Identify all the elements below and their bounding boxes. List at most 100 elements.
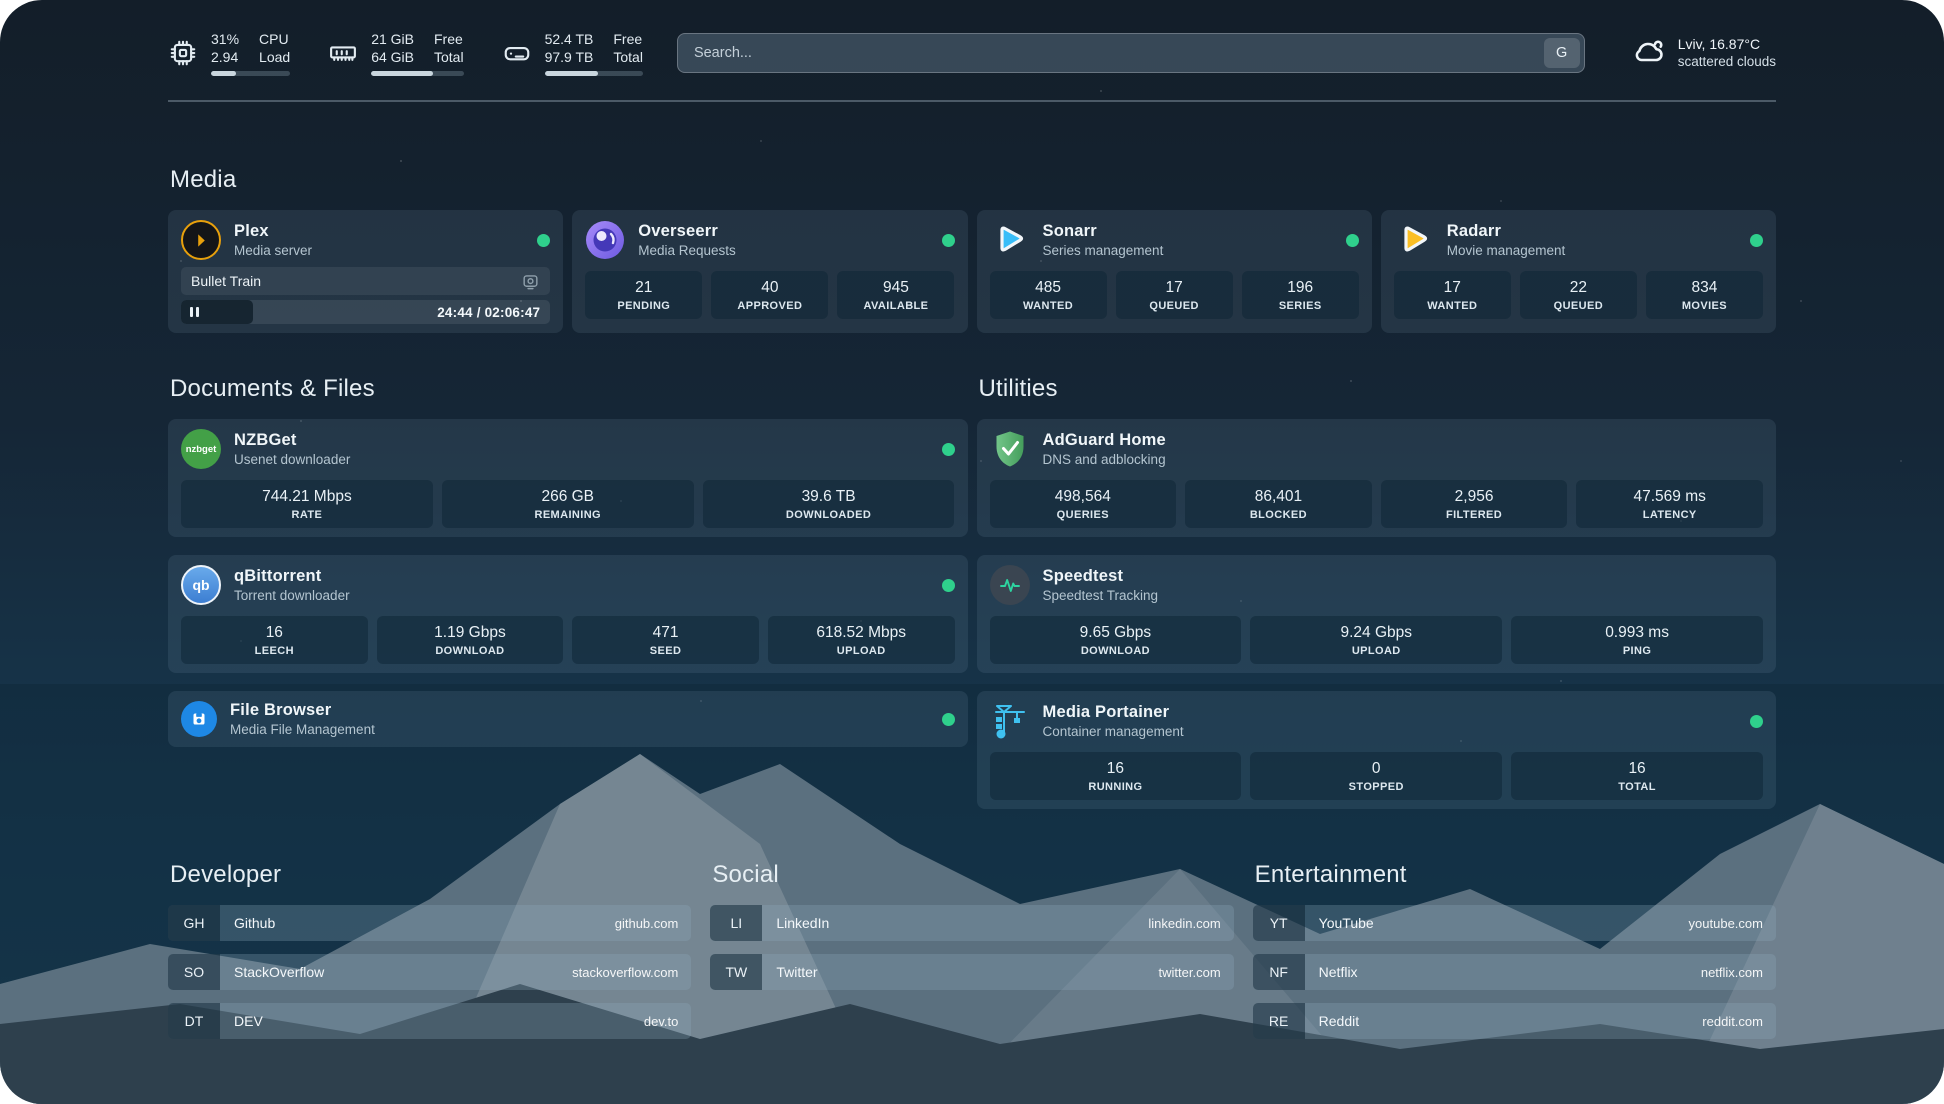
service-info: NZBGetUsenet downloader bbox=[234, 431, 350, 467]
bookmark-name: YouTube bbox=[1305, 915, 1374, 931]
stat-label: TOTAL bbox=[1618, 781, 1656, 793]
bookmark-name: Twitter bbox=[762, 964, 817, 980]
bookmark-abbr: YT bbox=[1253, 905, 1305, 941]
resource-label-column: FreeTotal bbox=[613, 30, 643, 66]
bookmark-dev[interactable]: DTDEVdev.to bbox=[168, 1003, 691, 1039]
memory-icon bbox=[328, 38, 358, 68]
stat-value: 21 bbox=[635, 279, 652, 297]
bookmark-twitter[interactable]: TWTwittertwitter.com bbox=[710, 954, 1233, 990]
stat-block-queued: 17QUEUED bbox=[1116, 271, 1233, 319]
weather-location-temp: Lviv, 16.87°C bbox=[1678, 35, 1776, 53]
service-stats-row: 16RUNNING0STOPPED16TOTAL bbox=[990, 752, 1764, 800]
resource-body: 31%2.94CPULoad bbox=[211, 30, 290, 76]
bookmark-abbr: LI bbox=[710, 905, 762, 941]
service-card-radarr[interactable]: RadarrMovie management17WANTED22QUEUED83… bbox=[1381, 210, 1776, 333]
resource-value: 31% bbox=[211, 30, 239, 48]
dashboard-main: Media PlexMedia serverBullet Train24:44 … bbox=[168, 166, 1776, 1039]
stat-value: 0 bbox=[1372, 760, 1381, 778]
media-cards-grid: PlexMedia serverBullet Train24:44 / 02:0… bbox=[168, 210, 1776, 333]
service-card-adguard-home[interactable]: AdGuard Home DNS and adblocking 498,564QUE… bbox=[977, 419, 1777, 537]
bookmark-github[interactable]: GHGithubgithub.com bbox=[168, 905, 691, 941]
bookmark-reddit[interactable]: RERedditreddit.com bbox=[1253, 1003, 1776, 1039]
service-name: NZBGet bbox=[234, 431, 350, 450]
resource-widget-cpu: 31%2.94CPULoad bbox=[168, 30, 290, 76]
search-input[interactable] bbox=[692, 44, 1544, 62]
service-card-qbittorrent[interactable]: qbqBittorrentTorrent downloader16LEECH1.… bbox=[168, 555, 968, 673]
bookmark-group-title: Entertainment bbox=[1255, 861, 1776, 889]
resource-widget-memory: 21 GiB64 GiBFreeTotal bbox=[328, 30, 463, 76]
resource-value: 52.4 TB bbox=[545, 30, 594, 48]
service-card-header: nzbgetNZBGetUsenet downloader bbox=[181, 428, 955, 470]
service-description: DNS and adblocking bbox=[1043, 452, 1166, 467]
resource-progress-fill bbox=[371, 71, 433, 76]
status-online-dot bbox=[942, 234, 955, 247]
section-title-documents-files: Documents & Files bbox=[170, 375, 968, 403]
stat-value: 744.21 Mbps bbox=[262, 488, 352, 506]
stat-block-download: 9.65 GbpsDOWNLOAD bbox=[990, 616, 1242, 664]
bookmark-url: netflix.com bbox=[1701, 965, 1776, 980]
stat-block-stopped: 0STOPPED bbox=[1250, 752, 1502, 800]
service-info: RadarrMovie management bbox=[1447, 222, 1566, 258]
resource-label: Total bbox=[434, 48, 464, 66]
status-online-dot bbox=[1750, 234, 1763, 247]
service-info: qBittorrentTorrent downloader bbox=[234, 567, 350, 603]
stat-block-rate: 744.21 MbpsRATE bbox=[181, 480, 433, 528]
search-provider-button[interactable]: G bbox=[1544, 38, 1580, 68]
resource-label: CPU bbox=[259, 30, 290, 48]
status-online-dot bbox=[1750, 715, 1763, 728]
service-card-header: AdGuard Home DNS and adblocking bbox=[990, 428, 1764, 470]
stat-value: 485 bbox=[1035, 279, 1061, 297]
bookmark-stackoverflow[interactable]: SOStackOverflowstackoverflow.com bbox=[168, 954, 691, 990]
resource-progress-fill bbox=[211, 71, 236, 76]
stat-block-running: 16RUNNING bbox=[990, 752, 1242, 800]
qbittorrent-icon: qb bbox=[181, 565, 221, 605]
service-card-plex[interactable]: PlexMedia serverBullet Train24:44 / 02:0… bbox=[168, 210, 563, 333]
service-name: AdGuard Home bbox=[1043, 431, 1166, 450]
stat-block-queued: 22QUEUED bbox=[1520, 271, 1637, 319]
bookmark-linkedin[interactable]: LILinkedInlinkedin.com bbox=[710, 905, 1233, 941]
section-documents-files: Documents & Files nzbgetNZBGetUsenet dow… bbox=[168, 375, 968, 809]
service-card-overseerr[interactable]: OverseerrMedia Requests21PENDING40APPROV… bbox=[572, 210, 967, 333]
service-card-nzbget[interactable]: nzbgetNZBGetUsenet downloader 744.21 Mbps… bbox=[168, 419, 968, 537]
service-stats-row: 21PENDING40APPROVED945AVAILABLE bbox=[585, 271, 954, 319]
service-card-header: RadarrMovie management bbox=[1394, 219, 1763, 261]
now-playing-row[interactable]: Bullet Train bbox=[181, 267, 550, 295]
stat-value: 47.569 ms bbox=[1633, 488, 1705, 506]
service-card-media-portainer[interactable]: Media PortainerContainer management 16RUN… bbox=[977, 691, 1777, 809]
stat-block-total: 16TOTAL bbox=[1511, 752, 1763, 800]
resource-progress-bar bbox=[545, 71, 643, 76]
stat-label: PENDING bbox=[617, 300, 670, 312]
stat-label: DOWNLOADED bbox=[786, 509, 871, 521]
bookmark-group-title: Developer bbox=[170, 861, 691, 889]
resource-label: Free bbox=[613, 30, 643, 48]
two-column-sections: Documents & Files nzbgetNZBGetUsenet dow… bbox=[168, 375, 1776, 809]
bookmark-name: Netflix bbox=[1305, 964, 1358, 980]
resource-label-column: FreeTotal bbox=[434, 30, 464, 66]
bookmarks-section: Developer GHGithubgithub.com SOStackOverfl… bbox=[168, 861, 1776, 1039]
resource-body: 52.4 TB97.9 TBFreeTotal bbox=[545, 30, 643, 76]
weather-widget[interactable]: Lviv, 16.87°C scattered clouds bbox=[1631, 33, 1776, 74]
stat-label: LEECH bbox=[255, 645, 294, 657]
service-name: qBittorrent bbox=[234, 567, 350, 586]
stat-block-queries: 498,564QUERIES bbox=[990, 480, 1177, 528]
service-description: Series management bbox=[1043, 243, 1164, 258]
stat-label: RUNNING bbox=[1088, 781, 1142, 793]
stat-value: 196 bbox=[1287, 279, 1313, 297]
bookmark-url: github.com bbox=[615, 916, 692, 931]
service-card-speedtest[interactable]: SpeedtestSpeedtest Tracking9.65 GbpsDOWN… bbox=[977, 555, 1777, 673]
stat-value: 1.19 Gbps bbox=[434, 624, 506, 642]
service-card-file-browser[interactable]: File BrowserMedia File Management bbox=[168, 691, 968, 747]
bookmark-abbr: GH bbox=[168, 905, 220, 941]
overseerr-icon bbox=[585, 220, 625, 260]
service-stats-row: 744.21 MbpsRATE266 GBREMAINING39.6 TBDOW… bbox=[181, 480, 955, 528]
bookmark-youtube[interactable]: YTYouTubeyoutube.com bbox=[1253, 905, 1776, 941]
stat-value: 498,564 bbox=[1055, 488, 1111, 506]
stat-value: 945 bbox=[883, 279, 909, 297]
dashboard-page: 31%2.94CPULoad 21 GiB64 GiBFreeTotal 52.4 … bbox=[0, 0, 1944, 1104]
bookmark-netflix[interactable]: NFNetflixnetflix.com bbox=[1253, 954, 1776, 990]
stat-label: DOWNLOAD bbox=[1081, 645, 1150, 657]
service-card-sonarr[interactable]: SonarrSeries management485WANTED17QUEUED… bbox=[977, 210, 1372, 333]
service-info: AdGuard Home DNS and adblocking bbox=[1043, 431, 1166, 467]
service-info: Media PortainerContainer management bbox=[1043, 703, 1184, 739]
bookmark-abbr: TW bbox=[710, 954, 762, 990]
